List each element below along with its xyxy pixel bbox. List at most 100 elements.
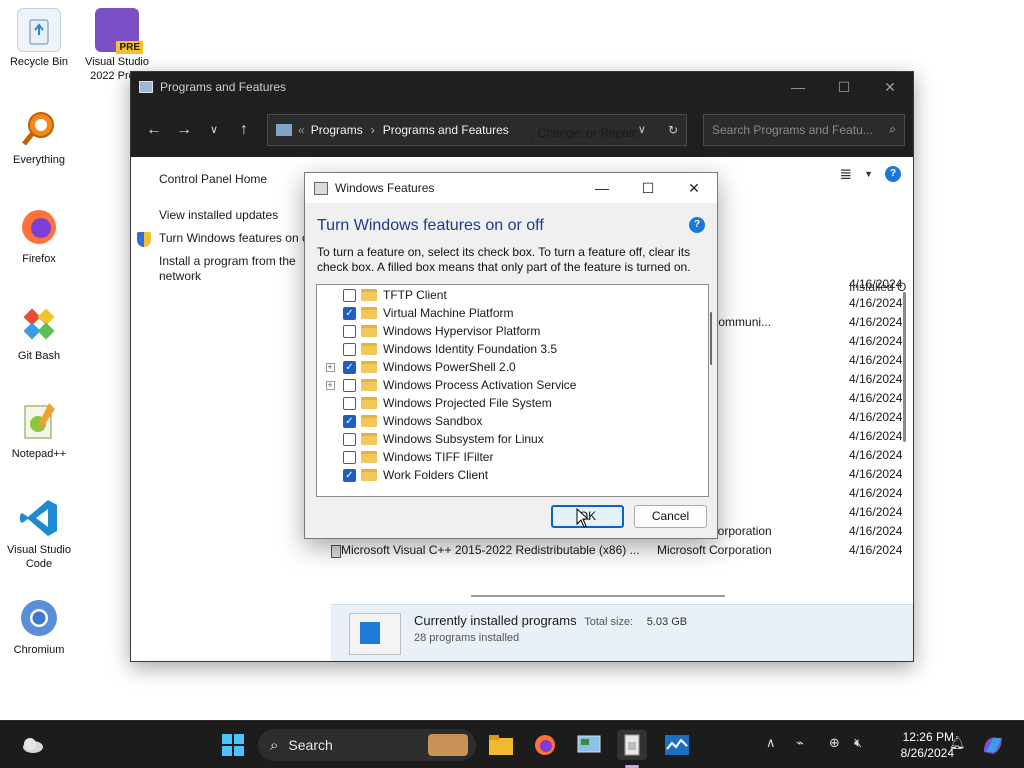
feature-item[interactable]: + ✓ Windows PowerShell 2.0 xyxy=(317,358,697,376)
feature-checkbox[interactable] xyxy=(343,450,356,464)
window-title: Programs and Features xyxy=(160,80,287,94)
feature-item[interactable]: ✓ Work Folders Client xyxy=(317,466,697,484)
up-arrow-icon[interactable]: ↑ xyxy=(229,121,259,139)
installer-icon xyxy=(331,545,341,558)
horizontal-scrollbar[interactable] xyxy=(471,595,725,597)
everything-search-icon xyxy=(17,106,61,150)
program-installed-date: 4/16/2024 xyxy=(849,315,903,329)
taskbar-search-box[interactable]: ⌕ Search xyxy=(258,729,476,761)
feature-item[interactable]: ✓ Windows Sandbox xyxy=(317,412,697,430)
program-installed-date: 4/16/2024 xyxy=(849,486,903,500)
refresh-icon[interactable]: ↻ xyxy=(668,123,678,137)
clock[interactable]: 12:26 PM 8/26/2024 xyxy=(874,729,954,761)
view-options-icon[interactable]: ≣ xyxy=(840,165,853,183)
maximize-button[interactable]: ☐ xyxy=(821,79,867,96)
feature-checkbox[interactable] xyxy=(343,288,356,302)
git-bash-icon xyxy=(17,302,61,346)
cancel-button[interactable]: Cancel xyxy=(634,505,707,528)
clock-date: 8/26/2024 xyxy=(900,746,954,760)
close-button[interactable]: ✕ xyxy=(867,79,913,96)
network-disconnected-icon[interactable]: ⌁ xyxy=(796,735,804,751)
recent-locations-chevron-icon[interactable]: ∨ xyxy=(199,123,229,136)
feature-checkbox[interactable] xyxy=(343,342,356,356)
expand-plus-icon[interactable]: + xyxy=(325,362,335,372)
start-windows-icon[interactable] xyxy=(218,730,248,760)
feature-item[interactable]: + Windows Process Activation Service xyxy=(317,376,697,394)
desktop-icon-git-bash[interactable]: Git Bash xyxy=(1,302,77,363)
maximize-button[interactable]: ☐ xyxy=(625,180,671,197)
feature-checkbox[interactable] xyxy=(343,432,356,446)
breadcrumb-programs-and-features[interactable]: Programs and Features xyxy=(383,123,509,137)
desktop-icon-chromium[interactable]: Chromium xyxy=(1,596,77,657)
feature-checkbox[interactable]: ✓ xyxy=(343,414,356,428)
desktop-icon-firefox[interactable]: Firefox xyxy=(1,205,77,266)
minimize-button[interactable]: — xyxy=(775,79,821,96)
dialog-title: Windows Features xyxy=(335,181,435,195)
help-icon[interactable]: ? xyxy=(885,166,901,182)
minimize-button[interactable]: — xyxy=(579,180,625,197)
feature-checkbox[interactable]: ✓ xyxy=(343,306,356,320)
task-manager-icon[interactable] xyxy=(662,730,692,760)
chevron-down-icon[interactable]: ▼ xyxy=(864,169,873,179)
feature-item[interactable]: Windows Projected File System xyxy=(317,394,697,412)
file-explorer-icon[interactable] xyxy=(486,730,516,760)
feature-item[interactable]: Windows Subsystem for Linux xyxy=(317,430,697,448)
desktop-icon-label: Visual Studio Code xyxy=(6,544,71,570)
features-scrollbar[interactable] xyxy=(710,312,712,365)
dialog-titlebar[interactable]: Windows Features — ☐ ✕ xyxy=(305,173,717,203)
folder-icon xyxy=(361,343,377,355)
table-row[interactable]: Microsoft Visual C++ 2015-2022 Redistrib… xyxy=(331,543,905,562)
feature-checkbox[interactable] xyxy=(343,396,356,410)
back-arrow-icon[interactable]: ← xyxy=(139,121,169,139)
windows-features-taskbar-icon[interactable] xyxy=(617,730,647,760)
desktop-icon-vscode[interactable]: Visual Studio Code xyxy=(1,496,77,571)
page-description: , Change, or Repair. xyxy=(531,126,639,140)
volume-muted-icon[interactable]: 🔇︎ xyxy=(854,735,862,751)
desktop-icon-recycle-bin[interactable]: Recycle Bin xyxy=(1,8,77,69)
feature-label: Windows TIFF IFilter xyxy=(383,450,494,464)
search-highlight-image xyxy=(428,734,468,756)
feature-checkbox[interactable]: ✓ xyxy=(343,468,356,482)
firefox-icon[interactable] xyxy=(530,730,560,760)
desktop-icon-notepad-plus-plus[interactable]: Notepad++ xyxy=(1,400,77,461)
folder-icon xyxy=(361,307,377,319)
forward-arrow-icon[interactable]: → xyxy=(169,121,199,139)
language-globe-icon[interactable]: ⊕ xyxy=(829,735,840,751)
feature-item[interactable]: Windows Identity Foundation 3.5 xyxy=(317,340,697,358)
feature-item[interactable]: TFTP Client xyxy=(317,286,697,304)
feature-item[interactable]: ✓ Virtual Machine Platform xyxy=(317,304,697,322)
chevron-down-icon[interactable]: ∨ xyxy=(638,123,646,137)
preview-badge: PRE xyxy=(116,41,143,54)
notification-bell-icon[interactable]: 🔔︎ xyxy=(949,735,966,751)
feature-label: Windows Hypervisor Platform xyxy=(383,324,541,338)
program-name: Microsoft Visual C++ 2015-2022 Redistrib… xyxy=(341,543,640,557)
chevron-up-icon[interactable]: ∧ xyxy=(766,735,776,751)
feature-checkbox[interactable]: ✓ xyxy=(343,360,356,374)
vertical-scrollbar[interactable] xyxy=(903,292,906,442)
weather-icon[interactable] xyxy=(18,730,48,760)
search-input[interactable]: Search Programs and Featu... ⌕ xyxy=(703,113,905,146)
chromium-icon xyxy=(17,596,61,640)
breadcrumb-programs[interactable]: Programs xyxy=(311,123,363,137)
clock-time: 12:26 PM xyxy=(902,730,954,744)
feature-item[interactable]: Windows TIFF IFilter xyxy=(317,448,697,466)
copilot-icon[interactable] xyxy=(978,730,1008,760)
view-toolbar: ≣ ▼ ? xyxy=(840,165,901,183)
feature-label: Windows Process Activation Service xyxy=(383,378,577,392)
feature-label: Virtual Machine Platform xyxy=(383,306,514,320)
close-button[interactable]: ✕ xyxy=(671,180,717,197)
control-panel-icon[interactable] xyxy=(574,730,604,760)
help-icon[interactable]: ? xyxy=(689,217,705,233)
feature-item[interactable]: Windows Hypervisor Platform xyxy=(317,322,697,340)
expand-plus-icon[interactable]: + xyxy=(325,380,335,390)
control-panel-icon xyxy=(139,81,153,93)
search-placeholder: Search Programs and Featu... xyxy=(712,122,873,137)
feature-checkbox[interactable] xyxy=(343,378,356,392)
feature-checkbox[interactable] xyxy=(343,324,356,338)
total-size-value: 5.03 GB xyxy=(646,616,688,628)
desktop-icon-everything[interactable]: Everything xyxy=(1,106,77,167)
window-titlebar[interactable]: Programs and Features — ☐ ✕ xyxy=(131,72,913,102)
